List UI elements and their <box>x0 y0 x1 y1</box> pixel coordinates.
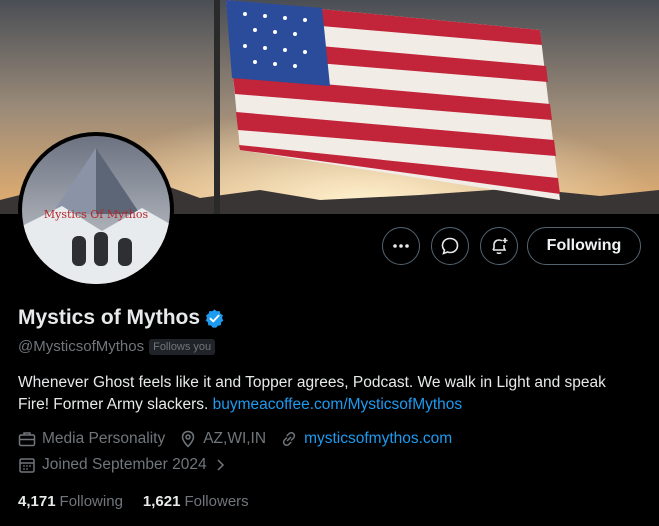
joined-label: Joined September 2024 <box>42 456 207 473</box>
message-icon <box>441 237 459 255</box>
profile-bio: Whenever Ghost feels like it and Topper … <box>18 372 638 416</box>
location-label: AZ,WI,IN <box>203 430 267 447</box>
followers-stat-label: Followers <box>184 493 249 510</box>
display-name: Mystics of Mythos <box>18 306 201 329</box>
message-button[interactable] <box>431 227 469 265</box>
name-row: Mystics of Mythos <box>18 306 225 330</box>
category-label: Media Personality <box>42 430 166 447</box>
bell-plus-icon <box>492 238 508 255</box>
following-button[interactable]: Following <box>527 227 641 265</box>
website-link[interactable]: mysticsofmythos.com <box>304 430 452 448</box>
follows-you-badge: Follows you <box>149 338 216 355</box>
following-stat[interactable]: 4,171 Following <box>18 493 123 510</box>
location-pin-icon <box>181 430 195 448</box>
verified-badge-icon[interactable] <box>204 308 225 329</box>
briefcase-icon <box>18 432 36 447</box>
joined-row: Joined September 2024 <box>18 456 241 474</box>
more-button[interactable] <box>382 227 420 265</box>
website-item: mysticsofmythos.com <box>280 430 452 448</box>
following-stat-label: Following <box>59 493 123 510</box>
avatar-logo-text: Mystics Of Mythos <box>44 208 149 221</box>
handle-row: @MysticsofMythos Follows you <box>18 338 216 355</box>
followers-stat[interactable]: 1,621 Followers <box>143 493 249 510</box>
joined-item[interactable]: Joined September 2024 <box>18 456 227 474</box>
user-handle: @MysticsofMythos <box>18 338 145 355</box>
profile-meta-row: Media Personality AZ,WI,IN mysticsofmyth… <box>18 430 466 448</box>
notify-button[interactable] <box>480 227 518 265</box>
follow-stats: 4,171 Following 1,621 Followers <box>18 493 269 510</box>
chevron-right-icon <box>217 459 224 471</box>
calendar-icon <box>19 458 35 473</box>
bio-link[interactable]: buymeacoffee.com/MysticsofMythos <box>213 396 463 413</box>
profile-avatar[interactable]: Mystics Of Mythos <box>18 132 174 288</box>
following-count: 4,171 <box>18 493 56 510</box>
more-icon <box>393 244 409 248</box>
link-icon <box>282 431 296 447</box>
followers-count: 1,621 <box>142 493 181 510</box>
category-item: Media Personality <box>18 430 165 448</box>
location-item: AZ,WI,IN <box>179 430 266 448</box>
